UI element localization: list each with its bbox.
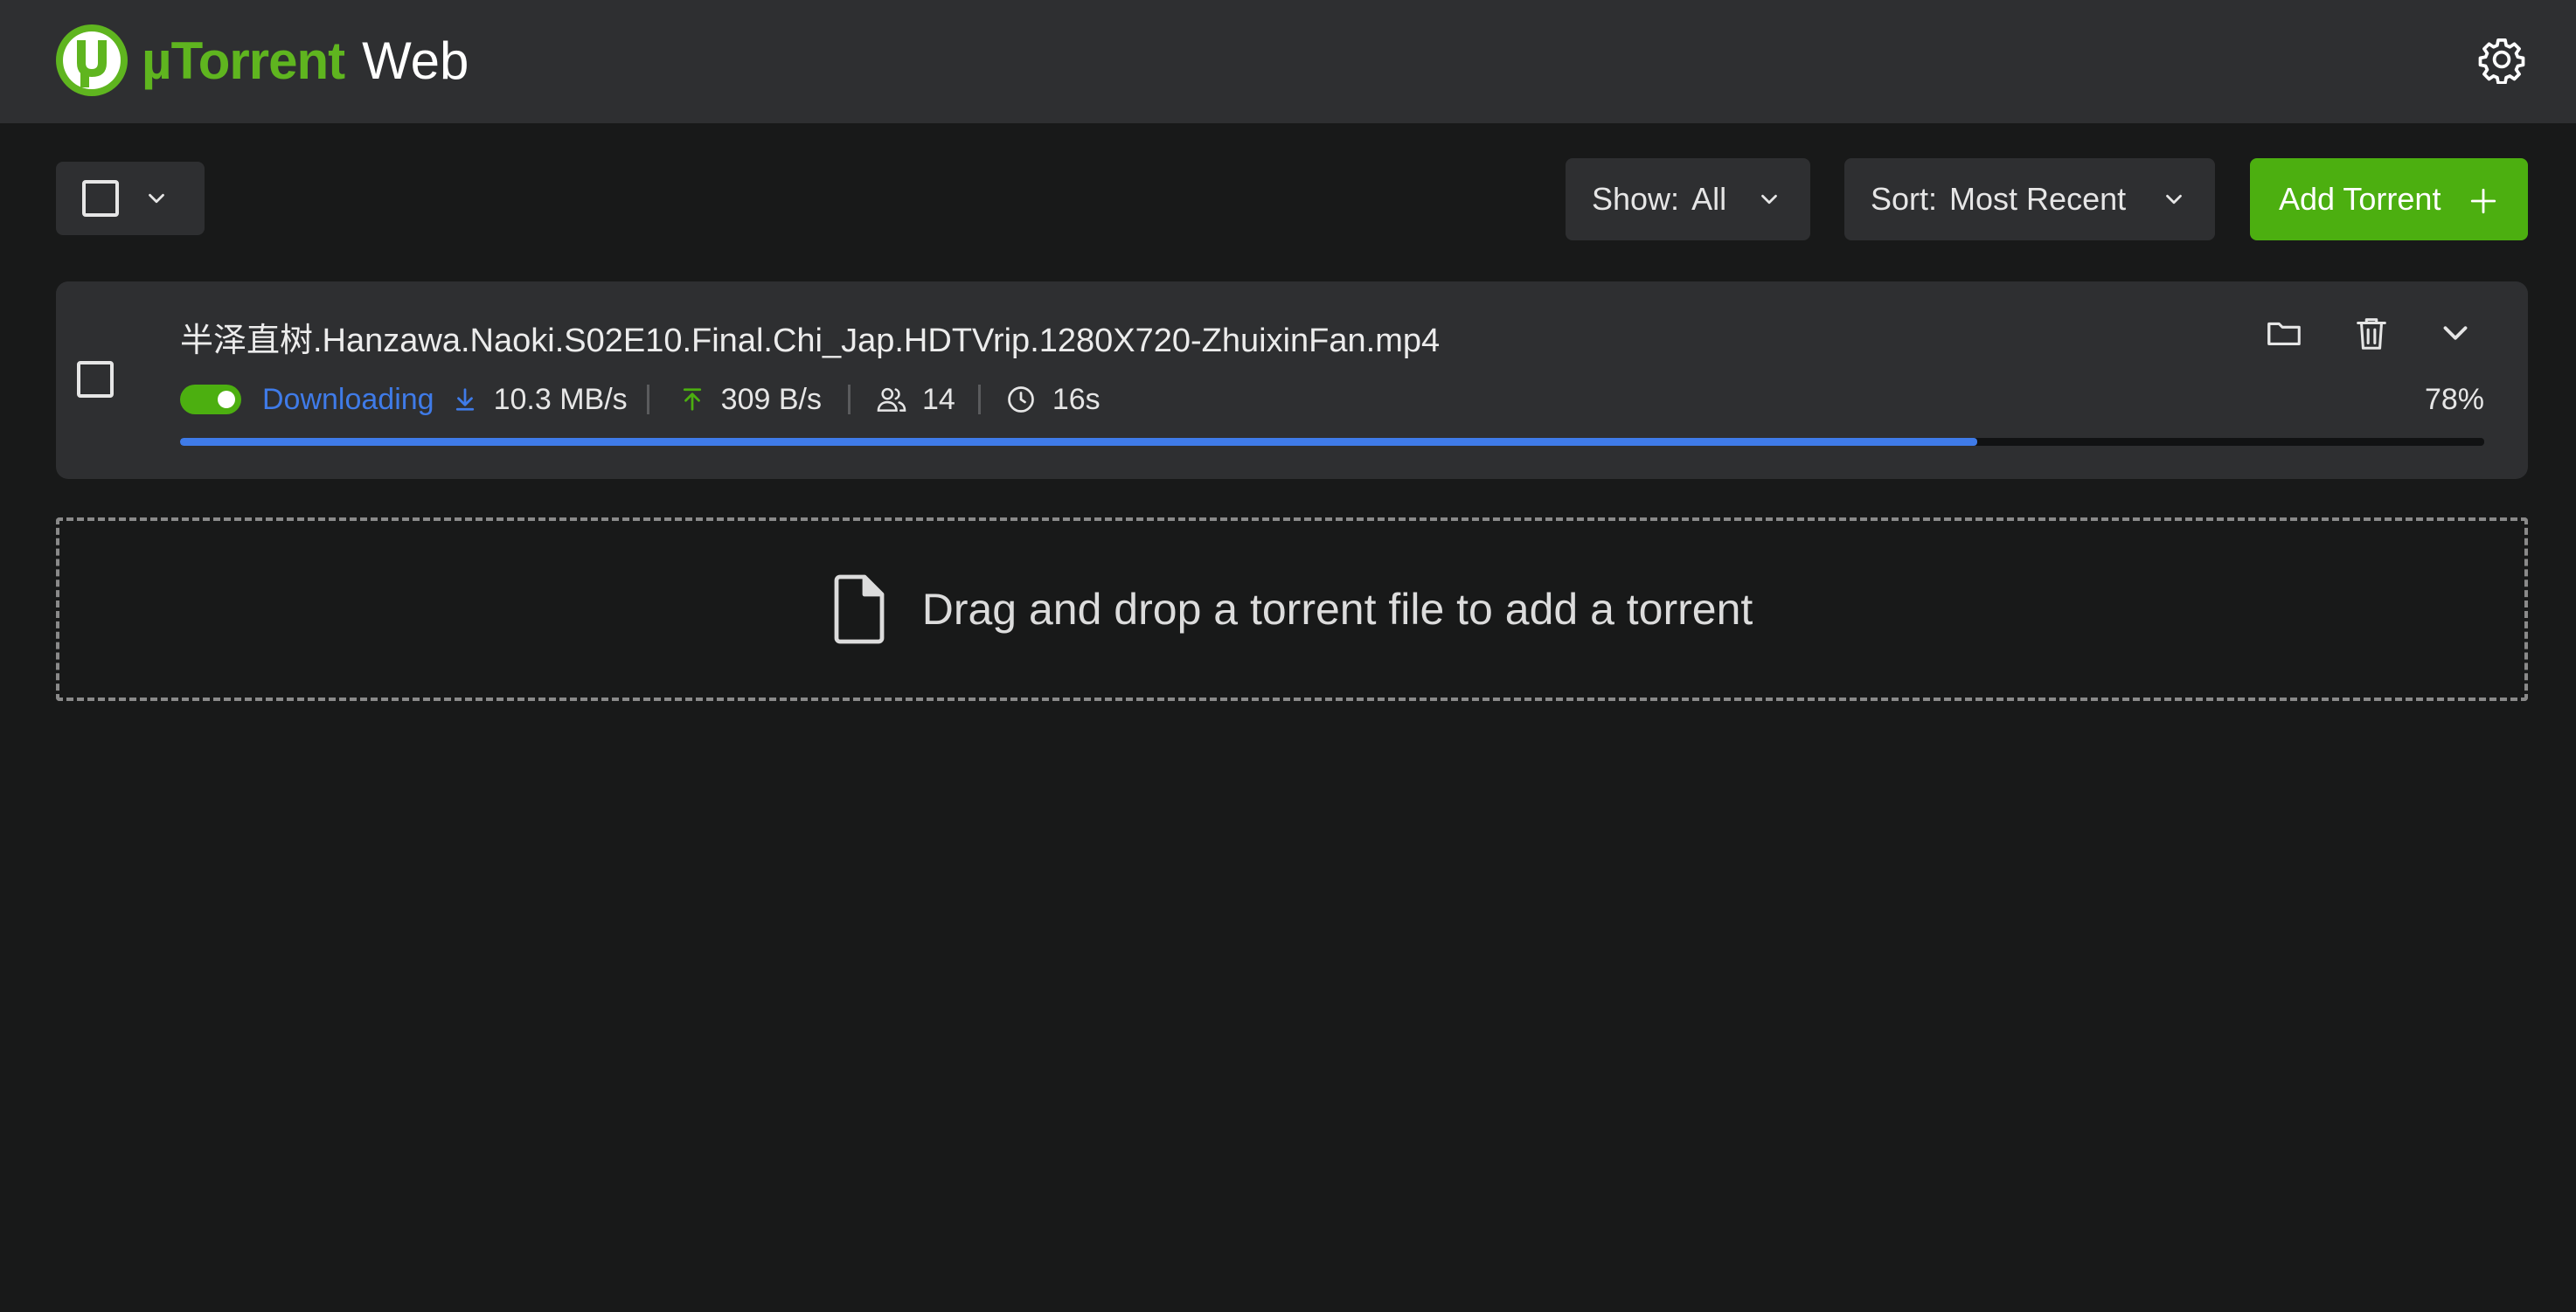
download-arrow-icon	[455, 388, 474, 411]
sort-label: Sort:	[1871, 181, 1938, 217]
divider	[646, 385, 649, 414]
progress-bar	[180, 438, 2484, 446]
add-torrent-button[interactable]: Add Torrent	[2250, 158, 2528, 240]
logo-web-text: Web	[362, 31, 469, 90]
folder-icon[interactable]	[2264, 313, 2304, 353]
torrent-name: 半泽直树.Hanzawa.Naoki.S02E10.Final.Chi_Jap.…	[180, 323, 1441, 359]
utorrent-logo-icon	[56, 24, 128, 96]
torrent-toggle[interactable]	[180, 385, 241, 414]
sort-value: Most Recent	[1949, 181, 2127, 217]
drop-zone[interactable]: Drag and drop a torrent file to add a to…	[56, 517, 2528, 701]
eta: 16s	[1052, 382, 1101, 416]
torrent-status-bar: Downloading 10.3 MB/s 309 B/s 14 16s	[180, 379, 1101, 420]
select-all-dropdown[interactable]	[56, 162, 205, 235]
upload-arrow-icon	[683, 388, 701, 411]
torrent-select-checkbox[interactable]	[77, 361, 114, 398]
peers-icon	[877, 387, 906, 412]
gear-icon[interactable]	[2477, 35, 2526, 84]
app-header: µTorrent Web	[0, 0, 2576, 123]
divider	[847, 385, 851, 414]
progress-fill	[180, 438, 1978, 446]
app-logo[interactable]: µTorrent Web	[54, 19, 469, 101]
upload-speed: 309 B/s	[720, 382, 822, 416]
show-filter-dropdown[interactable]: Show: All	[1566, 158, 1810, 240]
logo-text: µTorrent	[142, 31, 345, 90]
chevron-down-icon[interactable]	[143, 185, 170, 212]
select-all-checkbox[interactable]	[82, 180, 119, 217]
divider	[977, 385, 981, 414]
progress-percent: 78%	[2424, 383, 2484, 416]
chevron-down-icon[interactable]	[2435, 313, 2475, 353]
trash-icon[interactable]	[2351, 313, 2392, 353]
download-speed: 10.3 MB/s	[493, 382, 628, 416]
add-torrent-label: Add Torrent	[2279, 181, 2441, 217]
clock-icon	[1007, 386, 1034, 413]
file-icon	[834, 574, 885, 644]
peers-count: 14	[921, 382, 955, 416]
chevron-down-icon	[1761, 194, 1777, 205]
drop-zone-text: Drag and drop a torrent file to add a to…	[921, 585, 1753, 634]
show-filter-label: Show:	[1592, 181, 1680, 217]
plus-icon	[2470, 188, 2496, 214]
sort-dropdown[interactable]: Sort: Most Recent	[1844, 158, 2215, 240]
show-filter-value: All	[1691, 181, 1727, 217]
torrent-status: Downloading	[262, 382, 434, 416]
torrent-row[interactable]: 半泽直树.Hanzawa.Naoki.S02E10.Final.Chi_Jap.…	[56, 281, 2528, 479]
chevron-down-icon	[2166, 194, 2182, 205]
